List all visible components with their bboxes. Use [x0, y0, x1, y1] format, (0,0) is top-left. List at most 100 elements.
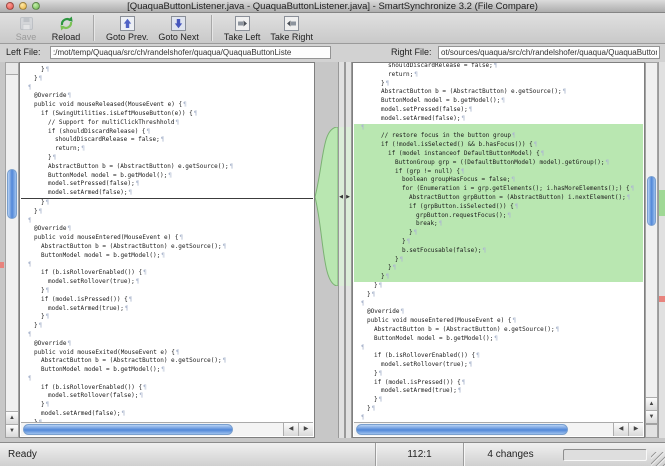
code-line: return;¶ [21, 145, 313, 154]
status-bar: Ready 112:1 4 changes [0, 442, 665, 466]
right-horizontal-scrollbar[interactable]: ◀ ▶ [354, 422, 643, 436]
goto-next-button[interactable]: Goto Next [153, 14, 204, 43]
code-line: boolean groupHasFocus = false;¶ [354, 176, 643, 185]
paragraph-mark: ¶ [68, 92, 72, 99]
right-horizontal-scrollbar-thumb[interactable] [356, 424, 568, 435]
right-file-path-field[interactable] [438, 46, 660, 59]
added-block-marker[interactable] [659, 190, 665, 216]
paragraph-mark: ¶ [28, 84, 32, 91]
left-vertical-scrollbar-thumb[interactable] [7, 169, 17, 219]
scroll-up-button[interactable]: ▲ [646, 397, 657, 410]
code-line: break;¶ [354, 220, 643, 229]
left-horizontal-scrollbar-thumb[interactable] [23, 424, 233, 435]
scroll-left-button[interactable]: ◀ [613, 423, 628, 436]
paragraph-mark: ¶ [53, 154, 57, 161]
paragraph-mark: ¶ [494, 335, 498, 342]
paragraph-mark: ¶ [175, 119, 179, 126]
right-vertical-scrollbar[interactable]: ▲ ▼ [645, 62, 658, 424]
left-vertical-scrollbar[interactable]: ▲ ▼ [5, 62, 19, 438]
take-right-button[interactable]: Take Right [265, 14, 318, 43]
right-code-pane[interactable]: shouldDiscardRelease = false;¶return;¶}¶… [352, 62, 645, 438]
goto-prev-button[interactable]: Goto Prev. [101, 14, 153, 43]
code-line: }¶ [21, 208, 313, 217]
merge-to-left-button[interactable]: ◀ [338, 193, 344, 201]
diff-connector [315, 127, 338, 286]
titlebar[interactable]: [QuaquaButtonListener.java - QuaquaButto… [0, 0, 665, 13]
scroll-right-button[interactable]: ▶ [628, 423, 643, 436]
right-code-content: shouldDiscardRelease = false;¶return;¶}¶… [354, 62, 643, 436]
code-line: ButtonModel model = b.getModel();¶ [21, 252, 313, 261]
goto-next-icon [171, 15, 186, 32]
code-line: model.setArmed(true);¶ [21, 305, 313, 314]
paragraph-mark: ¶ [462, 379, 466, 386]
code-line: model.setRollover(false);¶ [21, 392, 313, 401]
toolbar: SaveReload Goto Prev.Goto Next Take LeftTa… [0, 13, 665, 44]
file-path-bar: Left File: Right File: [0, 44, 665, 62]
take-right-icon [284, 15, 299, 32]
take-left-button[interactable]: Take Left [219, 14, 266, 43]
right-vertical-scrollbar-thumb[interactable] [647, 176, 656, 226]
paragraph-mark: ¶ [541, 150, 545, 157]
window-title: [QuaquaButtonListener.java - QuaquaButto… [0, 0, 665, 13]
gutter-strip [338, 62, 345, 438]
scroll-up-button[interactable]: ▲ [6, 411, 18, 424]
code-line: }¶ [21, 401, 313, 410]
scrollbar-corner [6, 63, 18, 75]
paragraph-mark: ¶ [143, 269, 147, 276]
diff-overview-bar[interactable] [658, 62, 665, 438]
reload-icon [58, 15, 75, 32]
resize-grip[interactable] [651, 452, 665, 466]
merge-to-right-button[interactable]: ▶ [345, 193, 351, 201]
code-line: ¶ [354, 344, 643, 353]
paragraph-mark: ¶ [372, 291, 376, 298]
toolbar-separator [93, 15, 94, 41]
left-horizontal-scrollbar[interactable]: ◀ ▶ [21, 422, 313, 436]
paragraph-mark: ¶ [414, 71, 418, 78]
scrollbar-corner [645, 424, 658, 438]
scroll-down-button[interactable]: ▼ [646, 410, 657, 423]
code-line: AbstractButton b = (AbstractButton) e.ge… [21, 243, 313, 252]
paragraph-mark: ¶ [556, 326, 560, 333]
paragraph-mark: ¶ [401, 308, 405, 315]
paragraph-mark: ¶ [161, 252, 165, 259]
changed-block-marker[interactable] [659, 296, 665, 302]
left-file-path-field[interactable] [50, 46, 331, 59]
save-icon [19, 15, 34, 32]
code-line: model.setPressed(false);¶ [21, 180, 313, 189]
scroll-right-button[interactable]: ▶ [298, 423, 313, 436]
right-file-label: Right File: [391, 47, 432, 57]
code-line: ButtonModel model = b.getModel();¶ [354, 97, 643, 106]
paragraph-mark: ¶ [39, 75, 43, 82]
paragraph-mark: ¶ [39, 322, 43, 329]
paragraph-mark: ¶ [534, 141, 538, 148]
status-message: Ready [0, 449, 375, 460]
paragraph-mark: ¶ [563, 88, 567, 95]
scroll-down-button[interactable]: ▼ [6, 424, 18, 437]
reload-button[interactable]: Reload [46, 14, 86, 43]
scroll-left-button[interactable]: ◀ [283, 423, 298, 436]
code-line: }¶ [21, 199, 313, 208]
code-line: model.setRollover(true);¶ [354, 361, 643, 370]
code-line: }¶ [21, 75, 313, 84]
paragraph-mark: ¶ [46, 401, 50, 408]
paragraph-mark: ¶ [482, 247, 486, 254]
paragraph-mark: ¶ [361, 344, 365, 351]
code-line: }¶ [354, 370, 643, 379]
code-line: @Override¶ [21, 225, 313, 234]
paragraph-mark: ¶ [515, 203, 519, 210]
paragraph-mark: ¶ [512, 132, 516, 139]
paragraph-mark: ¶ [46, 199, 50, 206]
code-line: }¶ [354, 291, 643, 300]
code-line: ¶ [21, 331, 313, 340]
save-button[interactable]: Save [6, 14, 46, 43]
code-line: }¶ [354, 80, 643, 89]
code-line: ButtonGroup grp = ((DefaultButtonModel) … [354, 159, 643, 168]
left-code-pane[interactable]: }¶}¶¶@Override¶public void mouseReleased… [19, 62, 315, 438]
code-line: public void mouseEntered(MouseEvent e) {… [354, 317, 643, 326]
paragraph-mark: ¶ [414, 229, 418, 236]
gutter-strip [345, 62, 352, 438]
code-line: @Override¶ [21, 340, 313, 349]
paragraph-mark: ¶ [121, 410, 125, 417]
code-line: b.setFocusable(false);¶ [354, 247, 643, 256]
toolbar-separator [211, 15, 212, 41]
